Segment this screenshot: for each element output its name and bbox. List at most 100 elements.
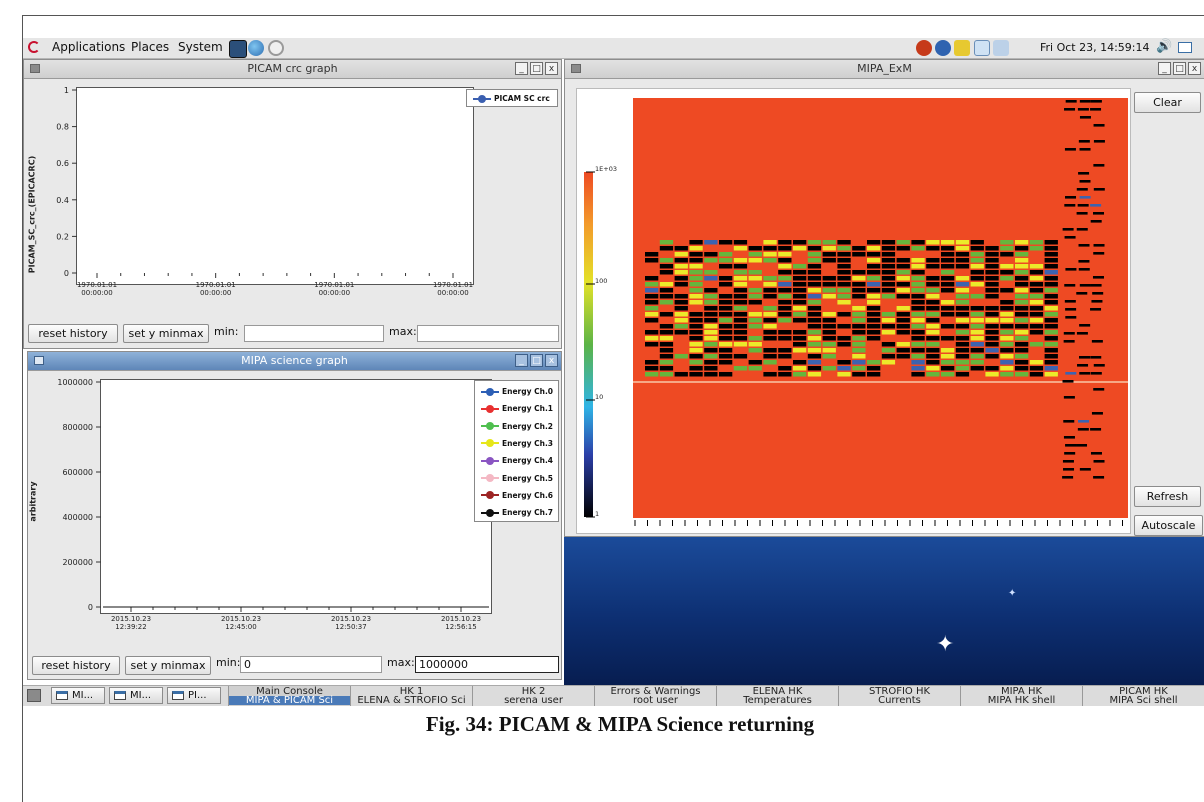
legend-label: Energy Ch.6 [502,490,554,500]
heatmap-cell [689,360,703,365]
network-icon[interactable] [268,40,284,56]
heatmap-cell [896,282,910,287]
set-y-minmax-button[interactable]: set y minmax [123,324,209,343]
workspace-tab[interactable]: ELENA HK Temperatures [716,686,838,706]
heatmap-cell [733,276,748,281]
workspace-tab[interactable]: HK 2 serena user [472,686,594,706]
heatmap-cell [674,306,688,311]
show-desktop-icon[interactable] [27,689,41,702]
taskbar-window-button[interactable]: PI... [167,687,221,704]
heatmap-cell [704,372,718,377]
tab-subtitle: root user [632,695,679,706]
clear-button[interactable]: Clear [1134,92,1201,113]
taskbar-window-button[interactable]: MI... [51,687,105,704]
min-input[interactable] [244,325,384,342]
max-input[interactable]: 1000000 [415,656,559,673]
workspace-tab[interactable]: Main Console MIPA & PICAM Sci [228,686,350,706]
user-icon[interactable] [993,40,1009,56]
heatmap-cell [837,366,851,371]
heatmap-cell [970,318,984,323]
heatmap-cell [822,246,836,251]
heatmap-cell [748,282,762,287]
heatmap-cell [941,348,955,353]
heatmap-cell [645,288,659,293]
menu-applications[interactable]: Applications [52,40,125,54]
heatmap-streak [1065,372,1077,375]
workspace-tab[interactable]: MIPA HK MIPA HK shell [960,686,1082,706]
heatmap-cell [674,366,688,371]
heatmap-cell [837,270,851,275]
set-y-minmax-button[interactable]: set y minmax [125,656,211,675]
browser-icon[interactable] [248,40,264,56]
x-tick-date: 2015.10.23 [441,615,481,623]
heatmap-cell [704,324,718,329]
heatmap-cell [837,264,851,269]
heatmap-streak [1079,284,1091,287]
heatmap-cell [955,366,970,371]
taskbar-window-button[interactable]: MI... [109,687,163,704]
heatmap-cell [1029,294,1044,299]
debian-logo-icon[interactable] [28,41,40,53]
max-input[interactable] [417,325,559,342]
heatmap-cell [1029,312,1044,317]
tab-subtitle: MIPA & PICAM Sci [229,696,350,706]
menu-places[interactable]: Places [131,40,169,54]
heatmap-cell [955,240,970,245]
workspace-tab[interactable]: STROFIO HK Currents [838,686,960,706]
heatmap-cell [748,318,762,323]
heatmap-cell [793,360,807,365]
legend-label: Energy Ch.0 [502,387,554,396]
heatmap-streak [1064,148,1076,151]
heatmap-cell [807,330,822,335]
heatmap-cell [911,240,925,245]
heatmap-cell [1029,354,1044,359]
heatmap-cell [926,300,940,305]
heatmap-cell [689,282,703,287]
heatmap-cell [852,318,866,323]
reset-history-button[interactable]: reset history [32,656,120,675]
heatmap-cell [1029,258,1044,263]
colorbar-label: 1 [595,510,599,518]
heatmap-cell [852,354,866,359]
heatmap-cell [1000,276,1014,281]
heatmap-cell [970,282,984,287]
heatmap-cell [763,300,777,305]
heatmap-cell [852,372,866,377]
heatmap-cell [955,318,970,323]
workspace-tab[interactable]: HK 1 ELENA & STROFIO Sci [350,686,472,706]
search-icon[interactable] [974,40,990,56]
heatmap-streak [1093,476,1105,479]
heatmap-cell [1015,372,1029,377]
workspace-tab[interactable]: Errors & Warnings root user [594,686,716,706]
heatmap-cell [896,324,910,329]
heatmap-cell [941,330,955,335]
heatmap-streak [1090,204,1102,207]
heatmap-cell [1044,240,1058,245]
heatmap-cell [985,258,999,263]
menu-system[interactable]: System [178,40,223,54]
min-input[interactable]: 0 [240,656,382,673]
reset-history-button[interactable]: reset history [28,324,118,343]
autoscale-button[interactable]: Autoscale [1134,515,1203,536]
heatmap-cell [822,312,836,317]
clock[interactable]: Fri Oct 23, 14:59:14 [1040,41,1150,54]
heatmap-cell [985,348,999,353]
workspace-tab[interactable]: PICAM HK MIPA Sci shell [1082,686,1204,706]
heatmap-cell [1015,246,1029,251]
star-icon: ✦ [1008,588,1017,599]
heatmap-cell [763,336,777,341]
display-icon[interactable] [954,40,970,56]
heatmap-cell [704,300,718,305]
heatmap-cell [867,372,881,377]
refresh-button[interactable]: Refresh [1134,486,1201,507]
heatmap-cell [659,294,674,299]
accessibility-icon[interactable] [935,40,951,56]
heatmap-cell [881,348,896,353]
volume-icon[interactable]: 🔊 [1156,39,1172,54]
show-desktop-icon[interactable] [1178,42,1192,53]
heatmap-cell [733,348,748,353]
heatmap-cell [1015,306,1029,311]
update-icon[interactable] [916,40,932,56]
monitor-icon[interactable] [229,40,247,58]
heatmap-cell [659,324,674,329]
